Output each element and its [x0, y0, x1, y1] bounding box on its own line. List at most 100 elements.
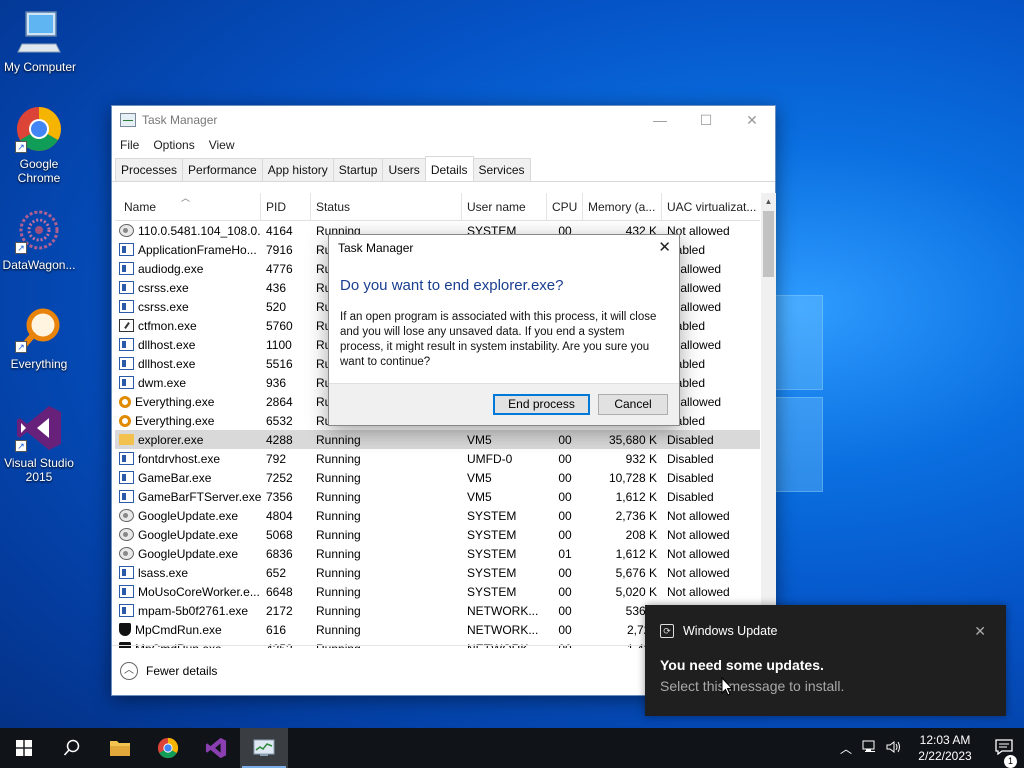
table-row[interactable]: GoogleUpdate.exe 5068 Running SYSTEM 00 208 K…	[115, 525, 760, 544]
end-process-button[interactable]: End process	[493, 394, 590, 415]
taskbar-file-explorer[interactable]	[96, 728, 144, 768]
folder-icon	[119, 434, 134, 445]
column-header-pid[interactable]: PID	[261, 193, 311, 220]
shortcut-arrow-icon: ↗	[15, 242, 27, 254]
network-icon[interactable]	[858, 740, 882, 757]
desktop-icon-datawagon[interactable]: ↗ DataWagon...	[0, 206, 79, 272]
cell-name: explorer.exe	[115, 433, 261, 447]
cell-uac: Not allowed	[667, 584, 730, 599]
column-header-cpu[interactable]: CPU	[547, 193, 583, 220]
cell-pid: 436	[266, 280, 287, 295]
cancel-button[interactable]: Cancel	[598, 394, 668, 415]
cell-user-name: UMFD-0	[467, 451, 513, 466]
desktop-icon-everything[interactable]: ↗ Everything	[0, 305, 79, 371]
tab-processes[interactable]: Processes	[115, 158, 184, 181]
chevron-up-icon[interactable]: ︿	[120, 661, 138, 680]
chevron-up-icon[interactable]: ︿	[834, 740, 858, 757]
taskbar-clock[interactable]: 12:03 AM 2/22/2023	[906, 732, 984, 764]
table-row[interactable]: lsass.exe 652 Running SYSTEM 00 5,676 K Not al…	[115, 563, 760, 582]
column-header-memory[interactable]: Memory (a...	[583, 193, 662, 220]
taskbar-search-button[interactable]	[48, 728, 96, 768]
visual-studio-icon	[205, 737, 227, 759]
column-header-status[interactable]: Status	[311, 193, 462, 220]
menu-options[interactable]: Options	[153, 138, 194, 152]
cell-user-name: NETWORK...	[467, 603, 539, 618]
table-row[interactable]: GameBar.exe 7252 Running VM5 00 10,728 K Disab…	[115, 468, 760, 487]
cell-name: GameBar.exe	[115, 471, 261, 485]
cell-name: GoogleUpdate.exe	[115, 547, 261, 561]
app-window-icon	[119, 490, 134, 503]
gear-process-icon	[119, 547, 134, 560]
table-row[interactable]: fontdrvhost.exe 792 Running UMFD-0 00 932 K Di…	[115, 449, 760, 468]
column-header-user-name[interactable]: User name	[462, 193, 547, 220]
dialog-close-icon[interactable]: ✕	[658, 238, 671, 256]
maximize-button[interactable]: ☐	[683, 106, 729, 134]
cell-pid: 4164	[266, 223, 293, 238]
tab-performance[interactable]: Performance	[182, 158, 263, 181]
app-window-icon	[119, 452, 134, 465]
tab-app-history[interactable]: App history	[261, 158, 334, 181]
cell-name: Everything.exe	[115, 414, 261, 428]
start-button[interactable]	[0, 728, 48, 768]
menu-bar: File Options View	[112, 134, 775, 156]
app-window-icon	[119, 357, 134, 370]
cell-memory: 1,612 K	[615, 489, 657, 504]
cell-pid: 5068	[266, 527, 293, 542]
search-icon	[63, 739, 80, 756]
table-row[interactable]: MoUsoCoreWorker.e... 6648 Running SYSTEM 00 5…	[115, 582, 760, 601]
tab-startup[interactable]: Startup	[332, 158, 384, 181]
window-titlebar[interactable]: Task Manager — ☐ ✕	[112, 106, 775, 134]
cell-pid: 4776	[266, 261, 293, 276]
app-window-icon	[119, 585, 134, 598]
tab-bar: Processes Performance App history Startu…	[112, 156, 775, 182]
cell-name: GoogleUpdate.exe	[115, 509, 261, 523]
fewer-details-link[interactable]: Fewer details	[146, 664, 217, 678]
cell-cpu: 00	[558, 508, 572, 523]
cell-uac: Not allowed	[667, 546, 730, 561]
cell-memory: 208 K	[625, 527, 657, 542]
taskbar-visual-studio[interactable]	[192, 728, 240, 768]
cell-memory: 5,676 K	[615, 565, 657, 580]
vertical-scrollbar[interactable]: ▲	[761, 193, 776, 648]
menu-view[interactable]: View	[209, 138, 235, 152]
volume-icon[interactable]	[882, 740, 906, 757]
cell-pid: 5760	[266, 318, 293, 333]
taskbar-chrome[interactable]	[144, 728, 192, 768]
tab-users[interactable]: Users	[382, 158, 426, 181]
close-button[interactable]: ✕	[729, 106, 775, 134]
taskbar-task-manager[interactable]	[240, 728, 288, 768]
minimize-button[interactable]: —	[637, 106, 683, 134]
tab-details[interactable]: Details	[424, 156, 474, 181]
table-row[interactable]: GoogleUpdate.exe 6836 Running SYSTEM 01 1,612…	[115, 544, 760, 563]
cell-status: Running	[316, 527, 361, 542]
cell-status: Running	[316, 565, 361, 580]
cell-user-name: VM5	[467, 489, 492, 504]
toast-close-icon[interactable]: ✕	[974, 623, 986, 640]
toast-message: Select this message to install.	[660, 678, 845, 694]
tab-services[interactable]: Services	[472, 158, 531, 181]
cell-cpu: 00	[558, 470, 572, 485]
table-row[interactable]: explorer.exe 4288 Running VM5 00 35,680 K Disa…	[115, 430, 760, 449]
windows-update-toast[interactable]: ⟳ Windows Update ✕ You need some updates…	[645, 605, 1006, 716]
scrollbar-thumb[interactable]	[763, 211, 774, 277]
desktop-icon-label: Everything	[10, 357, 68, 371]
end-process-dialog[interactable]: Task Manager ✕ Do you want to end explor…	[328, 234, 680, 426]
menu-file[interactable]: File	[120, 138, 139, 152]
desktop-icon-my-computer[interactable]: My Computer	[0, 8, 80, 74]
folder-icon	[110, 741, 130, 756]
scroll-up-icon[interactable]: ▲	[761, 193, 776, 210]
table-row[interactable]: GoogleUpdate.exe 4804 Running SYSTEM 00 2,736…	[115, 506, 760, 525]
cell-cpu: 00	[558, 432, 572, 447]
action-center-button[interactable]: 1	[984, 738, 1024, 768]
cell-name: ctfmon.exe	[115, 319, 261, 333]
table-row[interactable]: GameBarFTServer.exe 7356 Running VM5 00 1,612…	[115, 487, 760, 506]
cell-name: dllhost.exe	[115, 357, 261, 371]
desktop-icon-visual-studio[interactable]: ↗ Visual Studio 2015	[0, 404, 79, 484]
cell-cpu: 01	[558, 546, 572, 561]
desktop-icon-google-chrome[interactable]: ↗ Google Chrome	[0, 105, 79, 185]
column-header-uac[interactable]: UAC virtualizat...	[662, 193, 760, 220]
desktop-icon-label: Visual Studio 2015	[4, 456, 74, 484]
cell-pid: 936	[266, 375, 287, 390]
cell-cpu: 00	[558, 527, 572, 542]
app-window-icon	[119, 262, 134, 275]
